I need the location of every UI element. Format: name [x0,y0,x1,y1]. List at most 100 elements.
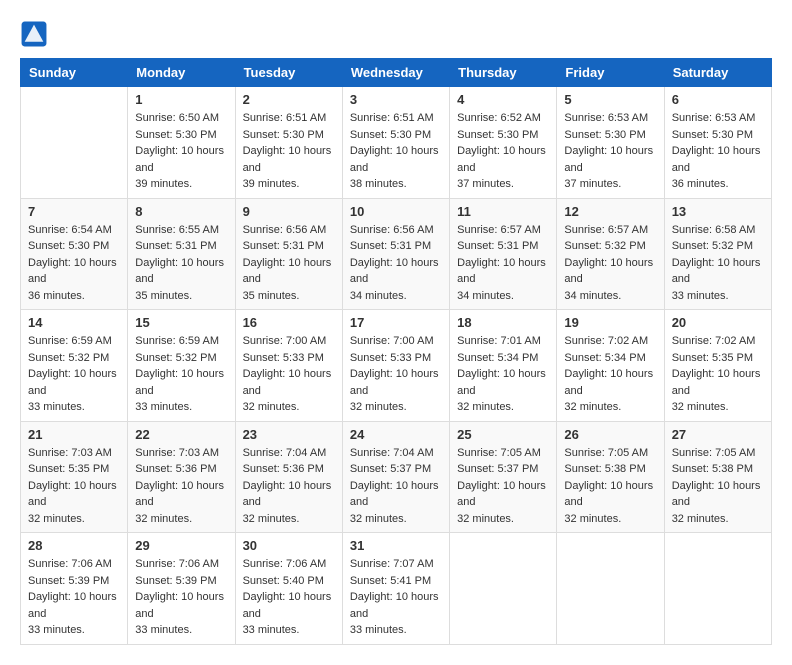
day-number: 8 [135,204,227,219]
calendar-cell: 31 Sunrise: 7:07 AMSunset: 5:41 PMDaylig… [342,533,449,645]
day-info: Sunrise: 7:05 AMSunset: 5:38 PMDaylight:… [564,445,656,528]
day-info: Sunrise: 7:02 AMSunset: 5:35 PMDaylight:… [672,333,764,416]
calendar-cell: 17 Sunrise: 7:00 AMSunset: 5:33 PMDaylig… [342,310,449,422]
calendar-cell: 1 Sunrise: 6:50 AMSunset: 5:30 PMDayligh… [128,87,235,199]
calendar-cell: 19 Sunrise: 7:02 AMSunset: 5:34 PMDaylig… [557,310,664,422]
week-row-1: 7 Sunrise: 6:54 AMSunset: 5:30 PMDayligh… [21,198,772,310]
day-info: Sunrise: 7:00 AMSunset: 5:33 PMDaylight:… [350,333,442,416]
calendar-cell: 9 Sunrise: 6:56 AMSunset: 5:31 PMDayligh… [235,198,342,310]
day-number: 23 [243,427,335,442]
day-number: 1 [135,92,227,107]
week-row-4: 28 Sunrise: 7:06 AMSunset: 5:39 PMDaylig… [21,533,772,645]
calendar-cell: 27 Sunrise: 7:05 AMSunset: 5:38 PMDaylig… [664,421,771,533]
calendar-cell: 18 Sunrise: 7:01 AMSunset: 5:34 PMDaylig… [450,310,557,422]
day-info: Sunrise: 6:55 AMSunset: 5:31 PMDaylight:… [135,222,227,305]
day-info: Sunrise: 6:56 AMSunset: 5:31 PMDaylight:… [350,222,442,305]
day-number: 29 [135,538,227,553]
calendar-cell: 11 Sunrise: 6:57 AMSunset: 5:31 PMDaylig… [450,198,557,310]
day-info: Sunrise: 7:05 AMSunset: 5:37 PMDaylight:… [457,445,549,528]
weekday-tuesday: Tuesday [235,59,342,87]
calendar-cell: 13 Sunrise: 6:58 AMSunset: 5:32 PMDaylig… [664,198,771,310]
calendar-cell: 29 Sunrise: 7:06 AMSunset: 5:39 PMDaylig… [128,533,235,645]
day-number: 6 [672,92,764,107]
calendar-cell: 2 Sunrise: 6:51 AMSunset: 5:30 PMDayligh… [235,87,342,199]
day-info: Sunrise: 7:04 AMSunset: 5:37 PMDaylight:… [350,445,442,528]
calendar-cell: 25 Sunrise: 7:05 AMSunset: 5:37 PMDaylig… [450,421,557,533]
day-number: 10 [350,204,442,219]
day-number: 3 [350,92,442,107]
calendar-cell [450,533,557,645]
day-number: 12 [564,204,656,219]
weekday-thursday: Thursday [450,59,557,87]
day-number: 28 [28,538,120,553]
calendar-cell: 14 Sunrise: 6:59 AMSunset: 5:32 PMDaylig… [21,310,128,422]
calendar-cell: 10 Sunrise: 6:56 AMSunset: 5:31 PMDaylig… [342,198,449,310]
day-info: Sunrise: 6:53 AMSunset: 5:30 PMDaylight:… [672,110,764,193]
calendar-cell: 26 Sunrise: 7:05 AMSunset: 5:38 PMDaylig… [557,421,664,533]
logo [20,20,52,48]
day-number: 2 [243,92,335,107]
day-info: Sunrise: 6:59 AMSunset: 5:32 PMDaylight:… [135,333,227,416]
week-row-3: 21 Sunrise: 7:03 AMSunset: 5:35 PMDaylig… [21,421,772,533]
day-number: 15 [135,315,227,330]
day-info: Sunrise: 7:01 AMSunset: 5:34 PMDaylight:… [457,333,549,416]
day-info: Sunrise: 6:51 AMSunset: 5:30 PMDaylight:… [243,110,335,193]
calendar-cell: 23 Sunrise: 7:04 AMSunset: 5:36 PMDaylig… [235,421,342,533]
week-row-0: 1 Sunrise: 6:50 AMSunset: 5:30 PMDayligh… [21,87,772,199]
day-info: Sunrise: 7:03 AMSunset: 5:36 PMDaylight:… [135,445,227,528]
calendar-cell: 15 Sunrise: 6:59 AMSunset: 5:32 PMDaylig… [128,310,235,422]
weekday-sunday: Sunday [21,59,128,87]
day-info: Sunrise: 7:06 AMSunset: 5:39 PMDaylight:… [28,556,120,639]
day-number: 30 [243,538,335,553]
calendar-cell: 8 Sunrise: 6:55 AMSunset: 5:31 PMDayligh… [128,198,235,310]
day-info: Sunrise: 6:59 AMSunset: 5:32 PMDaylight:… [28,333,120,416]
day-number: 9 [243,204,335,219]
day-number: 16 [243,315,335,330]
calendar-cell: 30 Sunrise: 7:06 AMSunset: 5:40 PMDaylig… [235,533,342,645]
calendar-cell: 28 Sunrise: 7:06 AMSunset: 5:39 PMDaylig… [21,533,128,645]
day-info: Sunrise: 7:00 AMSunset: 5:33 PMDaylight:… [243,333,335,416]
calendar-cell [21,87,128,199]
day-number: 20 [672,315,764,330]
day-info: Sunrise: 6:57 AMSunset: 5:32 PMDaylight:… [564,222,656,305]
weekday-saturday: Saturday [664,59,771,87]
day-info: Sunrise: 7:05 AMSunset: 5:38 PMDaylight:… [672,445,764,528]
weekday-friday: Friday [557,59,664,87]
calendar-cell: 24 Sunrise: 7:04 AMSunset: 5:37 PMDaylig… [342,421,449,533]
day-info: Sunrise: 7:07 AMSunset: 5:41 PMDaylight:… [350,556,442,639]
day-info: Sunrise: 6:57 AMSunset: 5:31 PMDaylight:… [457,222,549,305]
day-info: Sunrise: 6:53 AMSunset: 5:30 PMDaylight:… [564,110,656,193]
weekday-wednesday: Wednesday [342,59,449,87]
day-number: 24 [350,427,442,442]
day-info: Sunrise: 6:56 AMSunset: 5:31 PMDaylight:… [243,222,335,305]
day-number: 4 [457,92,549,107]
calendar-cell: 20 Sunrise: 7:02 AMSunset: 5:35 PMDaylig… [664,310,771,422]
day-info: Sunrise: 6:50 AMSunset: 5:30 PMDaylight:… [135,110,227,193]
day-info: Sunrise: 7:06 AMSunset: 5:39 PMDaylight:… [135,556,227,639]
day-number: 5 [564,92,656,107]
day-info: Sunrise: 7:06 AMSunset: 5:40 PMDaylight:… [243,556,335,639]
calendar-cell [664,533,771,645]
calendar-cell: 12 Sunrise: 6:57 AMSunset: 5:32 PMDaylig… [557,198,664,310]
calendar-cell [557,533,664,645]
day-number: 27 [672,427,764,442]
calendar-body: 1 Sunrise: 6:50 AMSunset: 5:30 PMDayligh… [21,87,772,645]
day-number: 11 [457,204,549,219]
day-number: 31 [350,538,442,553]
logo-icon [20,20,48,48]
day-number: 17 [350,315,442,330]
calendar-cell: 4 Sunrise: 6:52 AMSunset: 5:30 PMDayligh… [450,87,557,199]
day-info: Sunrise: 7:02 AMSunset: 5:34 PMDaylight:… [564,333,656,416]
day-info: Sunrise: 7:04 AMSunset: 5:36 PMDaylight:… [243,445,335,528]
day-number: 19 [564,315,656,330]
page-header [20,20,772,48]
calendar-cell: 7 Sunrise: 6:54 AMSunset: 5:30 PMDayligh… [21,198,128,310]
weekday-monday: Monday [128,59,235,87]
calendar-cell: 16 Sunrise: 7:00 AMSunset: 5:33 PMDaylig… [235,310,342,422]
day-number: 22 [135,427,227,442]
day-number: 26 [564,427,656,442]
calendar-cell: 3 Sunrise: 6:51 AMSunset: 5:30 PMDayligh… [342,87,449,199]
calendar-cell: 21 Sunrise: 7:03 AMSunset: 5:35 PMDaylig… [21,421,128,533]
weekday-header: SundayMondayTuesdayWednesdayThursdayFrid… [21,59,772,87]
week-row-2: 14 Sunrise: 6:59 AMSunset: 5:32 PMDaylig… [21,310,772,422]
